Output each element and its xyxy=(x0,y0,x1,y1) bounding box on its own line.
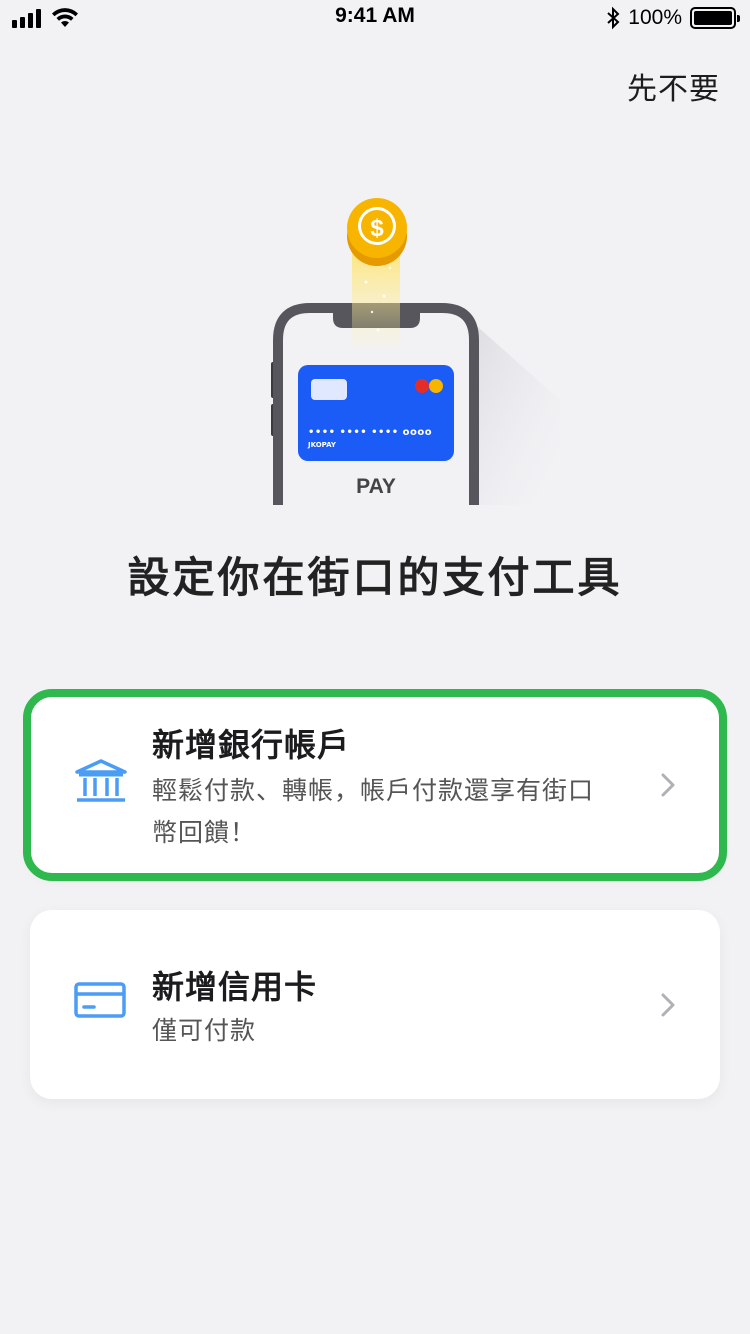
svg-text:$: $ xyxy=(370,215,384,242)
bank-option-title: 新增銀行帳戶 xyxy=(152,726,351,764)
battery-icon xyxy=(690,7,740,29)
bank-option-description: 輕鬆付款、轉帳，帳戶付款還享有街口 幣回饋！ xyxy=(152,770,642,854)
phone-pay-label: PAY xyxy=(356,475,396,498)
hero-illustration: $ •••• •••• •••• oooo JKOPAY PAY xyxy=(271,198,560,505)
add-credit-card-button[interactable]: 新增信用卡 僅可付款 xyxy=(30,910,720,1099)
coin-icon: $ xyxy=(347,198,407,266)
skip-button[interactable]: 先不要 xyxy=(627,64,720,108)
status-right: 100% xyxy=(606,6,740,30)
chevron-right-icon xyxy=(661,993,675,1017)
page: 9:41 AM 100% 先不要 $ •••• •••• •••• oooo J… xyxy=(0,0,750,1334)
status-bar: 9:41 AM 100% xyxy=(0,0,750,40)
card-number: •••• •••• •••• oooo xyxy=(308,427,432,438)
battery-percentage: 100% xyxy=(628,6,682,29)
chevron-right-icon xyxy=(661,773,675,797)
add-bank-account-button[interactable]: 新增銀行帳戶 輕鬆付款、轉帳，帳戶付款還享有街口 幣回饋！ xyxy=(23,689,727,881)
page-title: 設定你在街口的支付工具 xyxy=(127,553,623,602)
bank-desc-line1: 輕鬆付款、轉帳，帳戶付款還享有街口 xyxy=(152,776,595,805)
credit-card-icon xyxy=(74,982,126,1018)
bank-icon xyxy=(75,759,127,802)
bank-desc-line2: 幣回饋！ xyxy=(152,818,257,847)
bluetooth-icon xyxy=(607,6,620,30)
credit-option-description: 僅可付款 xyxy=(152,1016,257,1045)
card-brand: JKOPAY xyxy=(307,441,337,449)
credit-card-icon: •••• •••• •••• oooo JKOPAY xyxy=(298,365,454,461)
credit-option-title: 新增信用卡 xyxy=(152,968,318,1006)
